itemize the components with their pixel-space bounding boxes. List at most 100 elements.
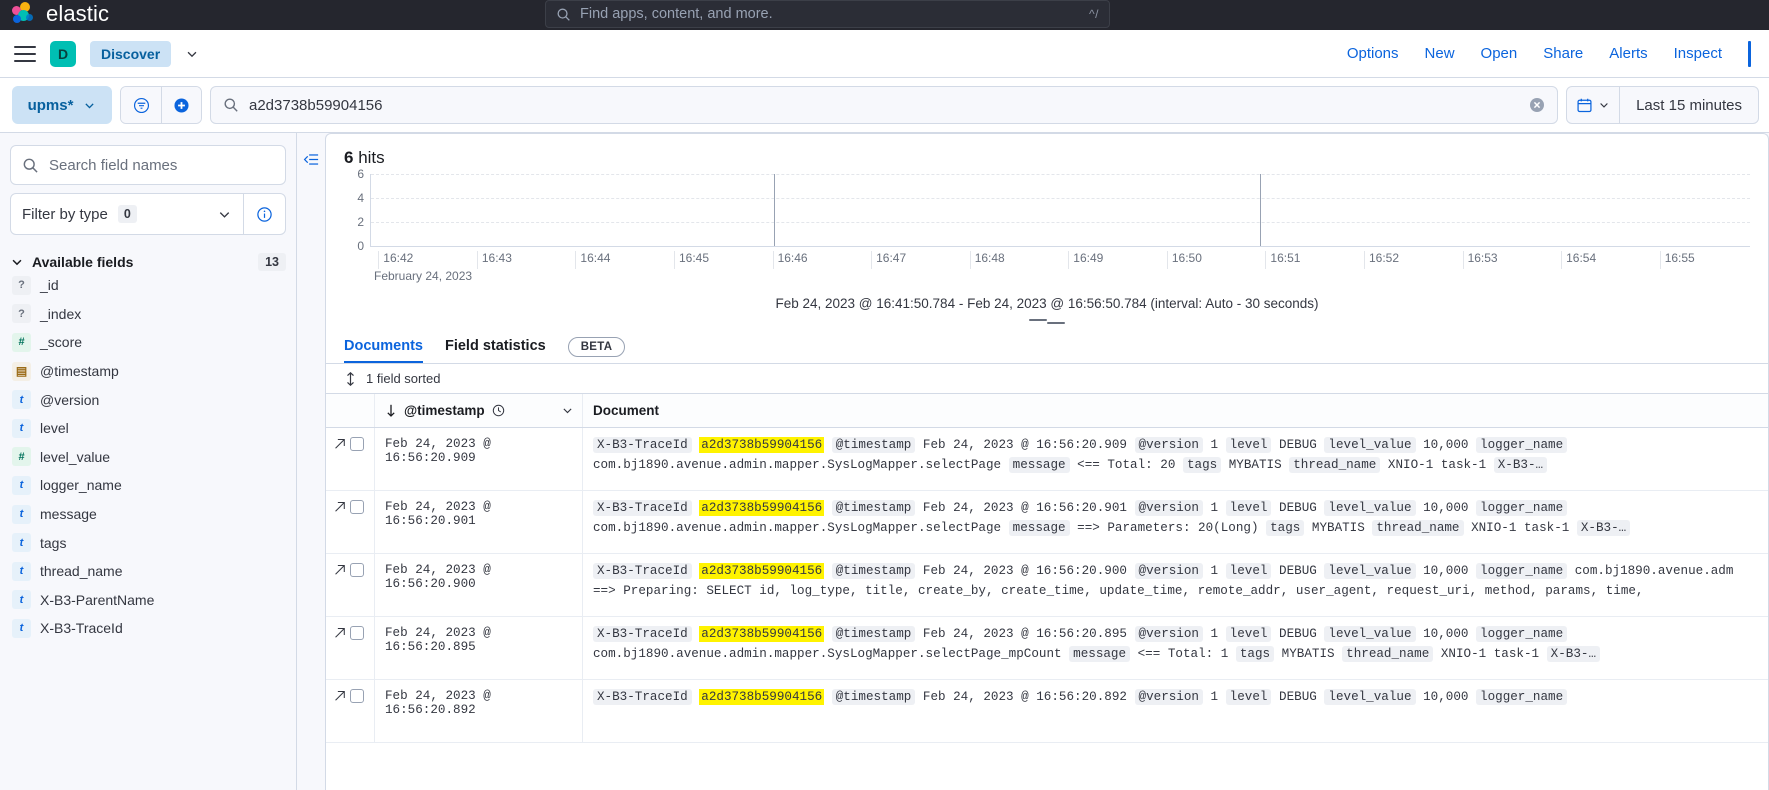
row-controls xyxy=(326,617,374,679)
field-item-index[interactable]: ? _index xyxy=(10,300,286,329)
breadcrumb-discover[interactable]: Discover xyxy=(90,40,172,67)
histogram-chart[interactable]: 6 4 2 0 February 24, 2023 16:42 16:43 16:44 16… xyxy=(326,167,1768,324)
doc-field-key: level_value xyxy=(1324,437,1416,453)
search-field-placeholder: Search field names xyxy=(49,156,178,174)
doc-field-key: @version xyxy=(1134,437,1203,453)
header-timestamp-cell[interactable]: @timestamp xyxy=(374,394,582,427)
row-timestamp-cell: Feb 24, 2023 @ 16:56:20.900 xyxy=(374,554,582,616)
field-type-t-icon: t xyxy=(12,418,31,438)
field-item-id[interactable]: ? _id xyxy=(10,271,286,300)
chart-gridline xyxy=(371,174,1750,175)
chevron-down-icon xyxy=(217,207,232,222)
available-fields-header[interactable]: Available fields 13 xyxy=(10,253,286,271)
row-select-checkbox[interactable] xyxy=(350,437,364,451)
table-row[interactable]: Feb 24, 2023 @ 16:56:20.892 X-B3-TraceId … xyxy=(326,680,1768,743)
field-item-x-b3-parentname[interactable]: t X-B3-ParentName xyxy=(10,586,286,615)
nav-link-options[interactable]: Options xyxy=(1347,45,1399,62)
doc-field-key: level_value xyxy=(1324,500,1416,516)
field-type-t-icon: t xyxy=(12,475,31,495)
calendar-icon[interactable] xyxy=(1567,87,1621,123)
tab-documents[interactable]: Documents xyxy=(344,338,423,363)
field-type-t-icon: t xyxy=(12,590,31,610)
field-item-thread-name[interactable]: t thread_name xyxy=(10,557,286,586)
field-item-timestamp[interactable]: ▤ @timestamp xyxy=(10,357,286,386)
sort-summary-bar[interactable]: 1 field sorted xyxy=(326,364,1768,394)
field-item-version[interactable]: t @version xyxy=(10,385,286,414)
chevron-down-icon[interactable] xyxy=(185,47,199,61)
doc-field-value: XNIO-1 task-1 xyxy=(1440,646,1540,661)
row-select-checkbox[interactable] xyxy=(350,626,364,640)
table-row[interactable]: Feb 24, 2023 @ 16:56:20.900 X-B3-TraceId … xyxy=(326,554,1768,617)
table-row[interactable]: Feb 24, 2023 @ 16:56:20.895 X-B3-TraceId … xyxy=(326,617,1768,680)
chart-plot-area: 6 4 2 0 xyxy=(357,167,1750,253)
row-timestamp-cell: Feb 24, 2023 @ 16:56:20.901 xyxy=(374,491,582,553)
search-field-names-input[interactable]: Search field names xyxy=(10,145,286,185)
field-item-tags[interactable]: t tags xyxy=(10,528,286,557)
field-item-logger-name[interactable]: t logger_name xyxy=(10,471,286,500)
chevron-down-icon[interactable] xyxy=(561,404,582,417)
field-name-label: X-B3-TraceId xyxy=(40,620,123,637)
field-item-score[interactable]: # _score xyxy=(10,328,286,357)
table-row[interactable]: Feb 24, 2023 @ 16:56:20.909 X-B3-TraceId … xyxy=(326,428,1768,491)
main-content: 6 hits 6 4 2 0 February 24, 2023 16:42 16:43… xyxy=(297,133,1769,790)
expand-arrow-icon[interactable] xyxy=(334,500,346,518)
field-item-x-b3-traceid[interactable]: t X-B3-TraceId xyxy=(10,614,286,643)
doc-field-value: 10,000 xyxy=(1423,501,1469,515)
doc-field-value: com.bj1890.avenue.admin.mapper.SysLogMap… xyxy=(593,520,1002,535)
expand-arrow-icon[interactable] xyxy=(334,689,346,707)
nav-link-share[interactable]: Share xyxy=(1543,45,1583,62)
brand-name: elastic xyxy=(46,1,110,26)
row-select-checkbox[interactable] xyxy=(350,563,364,577)
resize-grab-icon[interactable] xyxy=(344,319,1750,324)
chart-y-tick: 0 xyxy=(357,239,364,253)
filter-list-icon[interactable] xyxy=(121,87,161,123)
doc-highlight-value: a2d3738b59904156 xyxy=(699,563,825,579)
doc-field-key: X-B3-TraceId xyxy=(593,563,692,579)
data-view-picker[interactable]: upms* xyxy=(12,86,112,124)
doc-field-key: @timestamp xyxy=(831,437,916,453)
doc-field-value: Feb 24, 2023 @ 16:56:20.892 xyxy=(922,690,1127,704)
sort-summary-label: 1 field sorted xyxy=(366,371,441,386)
row-select-checkbox[interactable] xyxy=(350,500,364,514)
field-item-message[interactable]: t message xyxy=(10,500,286,529)
query-input[interactable]: a2d3738b59904156 xyxy=(210,86,1559,124)
elastic-brand[interactable]: elastic xyxy=(0,1,110,28)
info-circle-icon[interactable] xyxy=(243,194,285,234)
plus-circle-icon[interactable] xyxy=(161,87,201,123)
table-row[interactable]: Feb 24, 2023 @ 16:56:20.901 X-B3-TraceId … xyxy=(326,491,1768,554)
doc-field-key: @version xyxy=(1134,563,1203,579)
doc-field-value: <== Total: 1 xyxy=(1137,646,1229,661)
nav-link-new[interactable]: New xyxy=(1425,45,1455,62)
field-name-label: message xyxy=(40,506,97,523)
doc-field-key: @timestamp xyxy=(831,563,916,579)
field-item-level-value[interactable]: # level_value xyxy=(10,443,286,472)
row-select-checkbox[interactable] xyxy=(350,689,364,703)
collapse-panel-icon[interactable] xyxy=(297,133,325,790)
search-icon xyxy=(556,7,571,22)
doc-field-value: DEBUG xyxy=(1279,627,1317,641)
space-avatar[interactable]: D xyxy=(50,40,76,67)
expand-arrow-icon[interactable] xyxy=(334,563,346,581)
field-item-level[interactable]: t level xyxy=(10,414,286,443)
expand-arrow-icon[interactable] xyxy=(334,626,346,644)
field-name-label: tags xyxy=(40,534,67,551)
nav-link-open[interactable]: Open xyxy=(1481,45,1518,62)
header-document-cell[interactable]: Document xyxy=(582,394,1768,427)
hits-label: hits xyxy=(358,148,385,167)
nav-link-alerts[interactable]: Alerts xyxy=(1609,45,1647,62)
global-search-input[interactable]: Find apps, content, and more. ^/ xyxy=(545,0,1110,28)
date-range-value[interactable]: Last 15 minutes xyxy=(1620,97,1758,114)
tab-field-statistics[interactable]: Field statistics xyxy=(445,338,546,363)
doc-field-key: logger_name xyxy=(1476,626,1568,642)
field-type-t-icon: t xyxy=(12,390,31,410)
field-type-date-icon: ▤ xyxy=(12,361,31,381)
nav-link-inspect[interactable]: Inspect xyxy=(1674,45,1722,62)
hamburger-menu-icon[interactable] xyxy=(14,45,36,62)
expand-arrow-icon[interactable] xyxy=(334,437,346,455)
filter-by-type-button[interactable]: Filter by type 0 xyxy=(11,194,243,234)
field-sidebar: Search field names Filter by type 0 Avai… xyxy=(0,133,297,790)
doc-field-value: Feb 24, 2023 @ 16:56:20.895 xyxy=(922,627,1127,641)
doc-field-key: logger_name xyxy=(1476,437,1568,453)
row-controls xyxy=(326,491,374,553)
clear-cross-icon[interactable] xyxy=(1529,97,1545,113)
